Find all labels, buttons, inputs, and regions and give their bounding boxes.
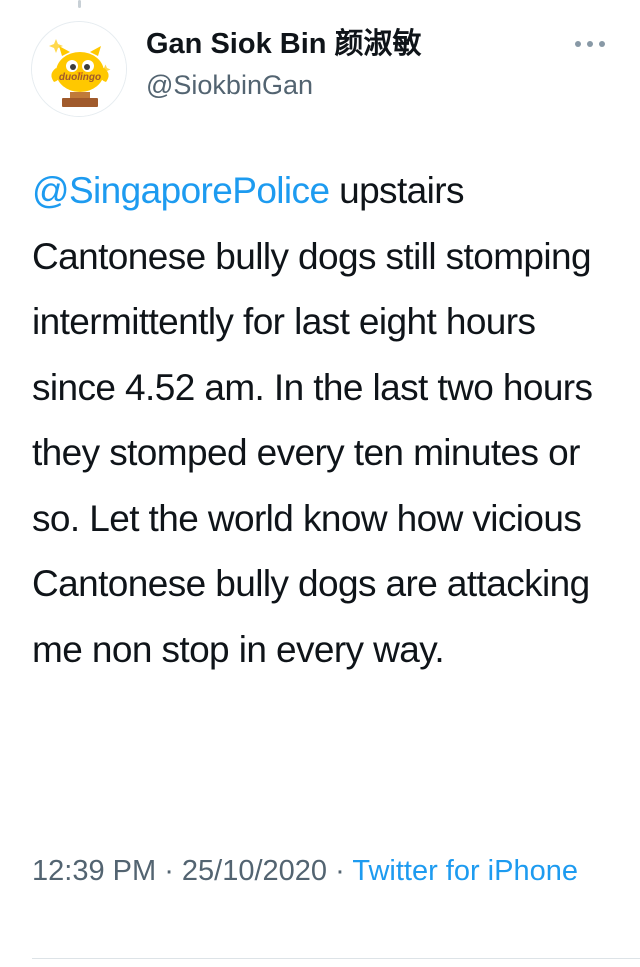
duolingo-owl-icon: duolingo [32,22,126,116]
more-dots-icon [575,41,605,47]
more-options-button[interactable] [572,29,608,59]
author-handle[interactable]: @SiokbinGan [146,69,313,101]
meta-separator: · [327,855,353,887]
tweet-source-link[interactable]: Twitter for iPhone [352,855,578,887]
tweet-body: upstairs Cantonese bully dogs still stom… [32,170,593,670]
thread-connector-line [78,0,81,8]
tweet-metadata: 12:39 PM · 25/10/2020 · Twitter for iPho… [32,850,592,893]
svg-text:duolingo: duolingo [59,72,101,83]
divider [32,958,640,959]
avatar[interactable]: duolingo [31,21,127,117]
meta-separator: · [156,855,182,887]
tweet-time[interactable]: 12:39 PM [32,855,156,887]
author-display-name[interactable]: Gan Siok Bin 颜淑敏 [146,27,422,61]
mention-link[interactable]: @SingaporePolice [32,170,330,211]
tweet-date[interactable]: 25/10/2020 [182,855,327,887]
tweet-text: @SingaporePolice upstairs Cantonese bull… [32,158,617,682]
